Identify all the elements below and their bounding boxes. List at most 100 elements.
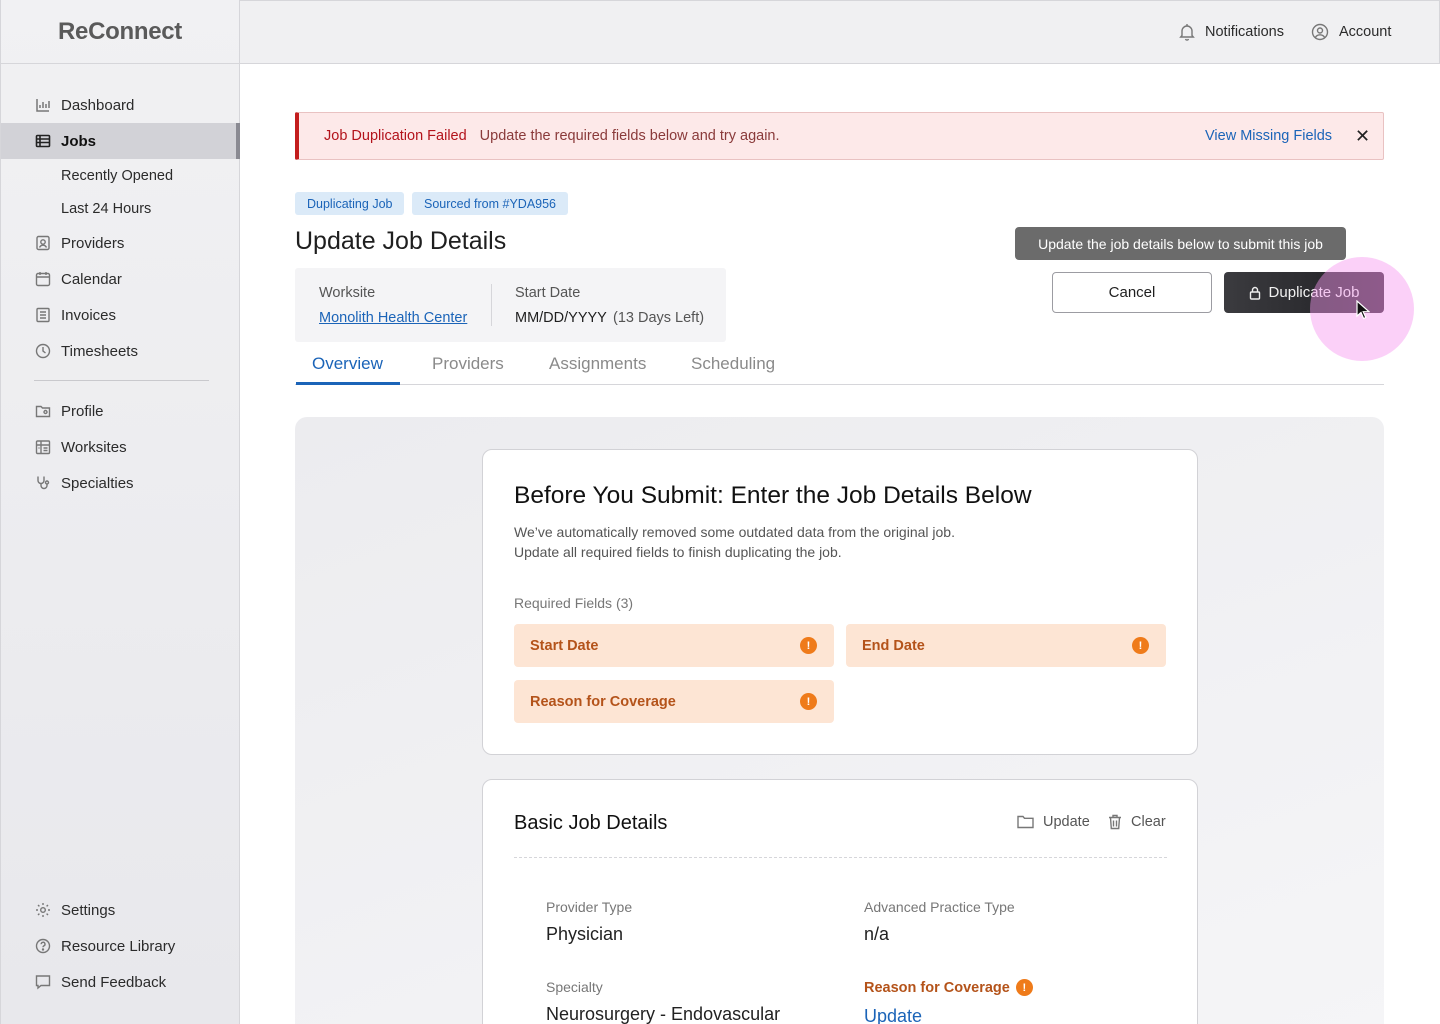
gear-icon — [34, 902, 51, 919]
advanced-practice-type-label: Advanced Practice Type — [864, 899, 1015, 915]
sidebar-item-label: Dashboard — [61, 96, 135, 114]
worksite-label: Worksite — [319, 285, 376, 301]
worksite-link[interactable]: Monolith Health Center — [319, 310, 467, 326]
submit-tooltip: Update the job details below to submit t… — [1015, 227, 1346, 260]
card-description-line-1: We’ve automatically removed some outdate… — [514, 524, 955, 540]
error-alert: Job Duplication Failed Update the requir… — [295, 112, 1384, 160]
card-description-line-2: Update all required fields to finish dup… — [514, 544, 842, 560]
required-field-reason-for-coverage[interactable]: Reason for Coverage ! — [514, 680, 834, 723]
provider-type-label: Provider Type — [546, 899, 633, 915]
sidebar-item-calendar[interactable]: Calendar — [1, 261, 240, 297]
notifications-button[interactable]: Notifications — [1179, 23, 1284, 41]
section-divider — [514, 857, 1167, 858]
basic-job-details-card: Basic Job Details Update Clear Provider … — [482, 779, 1198, 1024]
message-icon — [34, 974, 51, 991]
folder-user-icon — [34, 403, 51, 420]
specialty-value: Neurosurgery - Endovascular — [546, 1004, 781, 1024]
tab-scheduling[interactable]: Scheduling — [691, 354, 775, 385]
reason-for-coverage-label: Reason for Coverage ! — [864, 979, 1033, 996]
source-job-tag[interactable]: Sourced from #YDA956 — [412, 192, 569, 215]
duplicate-job-label: Duplicate Job — [1268, 284, 1360, 301]
sidebar-subitem-last-24-hours[interactable]: Last 24 Hours — [61, 201, 151, 217]
building-icon — [34, 439, 51, 456]
active-tab-indicator — [296, 382, 400, 385]
clear-label: Clear — [1131, 814, 1166, 830]
folder-icon — [1017, 815, 1034, 829]
specialty-label: Specialty — [546, 979, 603, 995]
card-title: Basic Job Details — [514, 812, 668, 834]
submit-requirements-card: Before You Submit: Enter the Job Details… — [482, 449, 1198, 755]
alert-message: Update the required fields below and try… — [479, 128, 780, 144]
sidebar-item-label: Invoices — [61, 306, 117, 324]
help-circle-icon — [34, 938, 51, 955]
logo-area: ReConnect — [1, 0, 239, 64]
reason-label-text: Reason for Coverage — [864, 979, 1010, 996]
invoice-icon — [34, 307, 51, 324]
sidebar-item-label: Calendar — [61, 270, 122, 288]
sidebar-item-timesheets[interactable]: Timesheets — [1, 333, 240, 369]
notifications-label: Notifications — [1205, 24, 1284, 40]
calendar-icon — [34, 271, 51, 288]
sidebar-subitem-recently-opened[interactable]: Recently Opened — [61, 168, 173, 184]
sidebar-item-resource-library[interactable]: Resource Library — [1, 928, 240, 964]
sidebar-item-label: Jobs — [61, 132, 97, 150]
tab-assignments[interactable]: Assignments — [549, 354, 646, 385]
info-divider — [491, 284, 492, 326]
trash-icon — [1108, 814, 1122, 830]
sidebar-item-label: Specialties — [61, 474, 134, 492]
required-field-label: Start Date — [530, 637, 599, 654]
sidebar-item-label: Timesheets — [61, 342, 138, 360]
warning-icon: ! — [800, 637, 817, 654]
sidebar-item-jobs[interactable]: Jobs — [1, 123, 240, 159]
sidebar-item-invoices[interactable]: Invoices — [1, 297, 240, 333]
warning-icon: ! — [800, 693, 817, 710]
required-fields-label: Required Fields (3) — [514, 595, 634, 611]
warning-icon: ! — [1132, 637, 1149, 654]
tab-providers[interactable]: Providers — [432, 354, 504, 385]
advanced-practice-type-value: n/a — [864, 924, 890, 944]
sidebar: ReConnect Dashboard Jobs Recently Opened… — [0, 0, 240, 1024]
app-logo[interactable]: ReConnect — [58, 18, 182, 46]
required-field-start-date[interactable]: Start Date ! — [514, 624, 834, 667]
account-button[interactable]: Account — [1311, 23, 1391, 41]
tab-bar: Overview Providers Assignments Schedulin… — [295, 345, 1384, 385]
sidebar-item-providers[interactable]: Providers — [1, 225, 240, 261]
id-badge-icon — [34, 235, 51, 252]
update-label: Update — [1043, 814, 1090, 830]
view-missing-fields-link[interactable]: View Missing Fields — [1205, 128, 1332, 144]
required-field-label: End Date — [862, 637, 925, 654]
account-label: Account — [1339, 24, 1392, 40]
duplicate-job-button[interactable]: Duplicate Job — [1224, 272, 1384, 313]
reason-for-coverage-update-link[interactable]: Update — [864, 1006, 922, 1024]
sidebar-divider — [34, 380, 209, 381]
sidebar-item-label: Resource Library — [61, 937, 176, 955]
start-date-label: Start Date — [515, 285, 581, 301]
warning-icon: ! — [1015, 979, 1033, 996]
sidebar-item-dashboard[interactable]: Dashboard — [1, 87, 240, 123]
alert-title: Job Duplication Failed — [324, 128, 467, 144]
sidebar-item-settings[interactable]: Settings — [1, 892, 240, 928]
sidebar-item-label: Profile — [61, 402, 104, 420]
duplicating-job-tag: Duplicating Job — [295, 192, 405, 215]
sidebar-item-specialties[interactable]: Specialties — [1, 465, 240, 501]
bell-icon — [1179, 23, 1195, 41]
tab-overview[interactable]: Overview — [312, 354, 383, 385]
required-field-end-date[interactable]: End Date ! — [846, 624, 1166, 667]
start-date-value: MM/DD/YYYY — [515, 310, 607, 326]
stethoscope-icon — [34, 475, 51, 492]
cancel-button[interactable]: Cancel — [1052, 272, 1212, 313]
sidebar-item-label: Providers — [61, 234, 125, 252]
sidebar-item-worksites[interactable]: Worksites — [1, 429, 240, 465]
update-button[interactable]: Update — [1017, 814, 1090, 830]
clear-button[interactable]: Clear — [1108, 814, 1166, 830]
bar-chart-icon — [34, 97, 51, 114]
sidebar-item-profile[interactable]: Profile — [1, 393, 240, 429]
page-title: Update Job Details — [295, 227, 507, 255]
close-icon[interactable]: ✕ — [1355, 126, 1370, 147]
lock-icon — [1249, 286, 1261, 300]
sidebar-item-send-feedback[interactable]: Send Feedback — [1, 964, 240, 1000]
required-field-label: Reason for Coverage — [530, 693, 676, 710]
job-info-box: Worksite Monolith Health Center Start Da… — [295, 268, 726, 342]
clock-icon — [34, 343, 51, 360]
provider-type-value: Physician — [546, 924, 624, 944]
